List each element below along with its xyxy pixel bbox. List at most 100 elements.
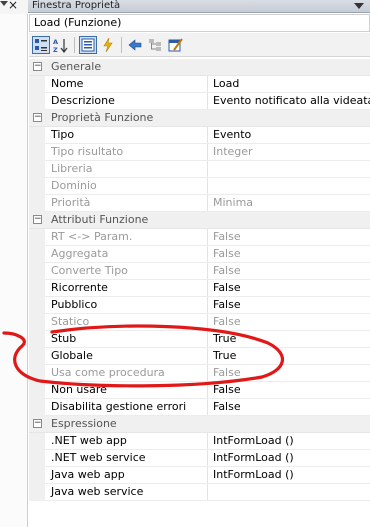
property-row-java-web-service[interactable]: Java web service bbox=[29, 484, 370, 501]
property-value[interactable]: Evento bbox=[209, 127, 370, 143]
property-name: Tipo bbox=[45, 127, 208, 143]
property-value: False bbox=[213, 315, 241, 328]
left-panel: × bbox=[0, 0, 28, 527]
window-title-text: Finestra Proprietà bbox=[32, 0, 121, 11]
property-row-java-web-app[interactable]: Java web app IntFormLoad () bbox=[29, 467, 370, 484]
collapse-icon[interactable]: − bbox=[33, 62, 42, 71]
property-value[interactable]: IntFormLoad () bbox=[209, 467, 370, 483]
property-value[interactable]: False bbox=[209, 280, 370, 296]
row-gutter bbox=[29, 467, 45, 484]
row-gutter bbox=[29, 314, 45, 331]
property-value[interactable]: IntFormLoad () bbox=[209, 450, 370, 466]
back-icon bbox=[128, 39, 142, 51]
row-gutter bbox=[29, 331, 45, 348]
row-gutter bbox=[29, 144, 45, 161]
property-row-libreria[interactable]: Libreria bbox=[29, 161, 370, 178]
properties-icon bbox=[81, 38, 95, 52]
panel-dropdown-icon[interactable] bbox=[0, 1, 8, 6]
alphabetical-button[interactable]: A Z bbox=[52, 36, 70, 54]
categorized-button[interactable] bbox=[32, 36, 50, 54]
property-row-dominio[interactable]: Dominio bbox=[29, 178, 370, 195]
property-name: Descrizione bbox=[45, 93, 208, 109]
property-row-rt-param[interactable]: RT <-> Param. False bbox=[29, 229, 370, 246]
property-value[interactable]: False bbox=[209, 382, 370, 398]
object-selector[interactable]: Load (Funzione) bbox=[29, 14, 370, 32]
property-value: False bbox=[213, 247, 241, 260]
property-row-ricorrente[interactable]: Ricorrente False bbox=[29, 280, 370, 297]
property-name: .NET web app bbox=[45, 433, 208, 449]
property-value[interactable]: True bbox=[209, 331, 370, 347]
category-espressione[interactable]: − Espressione bbox=[29, 416, 370, 433]
property-row-non-usare[interactable]: Non usare False bbox=[29, 382, 370, 399]
collapse-icon[interactable]: − bbox=[33, 419, 42, 428]
category-propriet-funzione[interactable]: − Proprietà Funzione bbox=[29, 110, 370, 127]
property-value[interactable] bbox=[209, 484, 370, 500]
property-value[interactable]: IntFormLoad () bbox=[209, 433, 370, 449]
property-value bbox=[209, 161, 370, 177]
property-row-statico[interactable]: Statico False bbox=[29, 314, 370, 331]
category-attributi-funzione[interactable]: − Attributi Funzione bbox=[29, 212, 370, 229]
back-button[interactable] bbox=[126, 36, 144, 54]
property-row-nome[interactable]: Nome Load bbox=[29, 76, 370, 93]
row-gutter bbox=[29, 161, 45, 178]
property-row-disabilita-gestione-errori[interactable]: Disabilita gestione errori False bbox=[29, 399, 370, 416]
collapse-icon[interactable]: − bbox=[33, 113, 42, 122]
property-row-tipo[interactable]: Tipo Evento bbox=[29, 127, 370, 144]
left-panel-body bbox=[0, 14, 28, 527]
property-name: Non usare bbox=[45, 382, 208, 398]
property-name: Tipo risultato bbox=[45, 144, 208, 160]
row-gutter bbox=[29, 399, 45, 416]
property-row-priorit[interactable]: Priorità Minima bbox=[29, 195, 370, 212]
property-name: Nome bbox=[45, 76, 208, 92]
property-row-converte-tipo[interactable]: Converte Tipo False bbox=[29, 263, 370, 280]
property-value: Integer bbox=[213, 145, 253, 158]
property-value[interactable]: False bbox=[209, 297, 370, 313]
property-name: Ricorrente bbox=[45, 280, 208, 296]
property-value[interactable]: Load bbox=[209, 76, 370, 92]
row-gutter bbox=[29, 263, 45, 280]
property-pages-button[interactable] bbox=[166, 36, 184, 54]
property-row-usa-come-procedura[interactable]: Usa come procedura False bbox=[29, 365, 370, 382]
property-row-stub[interactable]: Stub True bbox=[29, 331, 370, 348]
property-value: False bbox=[213, 230, 241, 243]
events-button[interactable] bbox=[99, 36, 117, 54]
property-name: Globale bbox=[45, 348, 208, 364]
property-name: Aggregata bbox=[45, 246, 208, 262]
category-generale[interactable]: − Generale bbox=[29, 59, 370, 76]
property-row-net-web-service[interactable]: .NET web service IntFormLoad () bbox=[29, 450, 370, 467]
property-name: Libreria bbox=[45, 161, 208, 177]
hierarchy-button[interactable] bbox=[146, 36, 164, 54]
property-name: Pubblico bbox=[45, 297, 208, 313]
alphabetical-icon: A Z bbox=[53, 38, 68, 53]
property-grid: − Generale Nome Load Descrizione Evento notif… bbox=[29, 59, 370, 501]
property-name: Dominio bbox=[45, 178, 208, 194]
close-icon[interactable]: × bbox=[8, 0, 18, 12]
toolbar-separator bbox=[74, 37, 75, 53]
property-row-pubblico[interactable]: Pubblico False bbox=[29, 297, 370, 314]
property-row-globale[interactable]: Globale True bbox=[29, 348, 370, 365]
row-gutter bbox=[29, 365, 45, 382]
property-row-descrizione[interactable]: Descrizione Evento notificato alla videat… bbox=[29, 93, 370, 110]
property-name: Converte Tipo bbox=[45, 263, 208, 279]
properties-button[interactable] bbox=[79, 36, 97, 54]
property-row-net-web-app[interactable]: .NET web app IntFormLoad () bbox=[29, 433, 370, 450]
property-name: Stub bbox=[45, 331, 208, 347]
property-row-tipo-risultato[interactable]: Tipo risultato Integer bbox=[29, 144, 370, 161]
row-gutter bbox=[29, 76, 45, 93]
collapse-icon[interactable]: − bbox=[33, 215, 42, 224]
property-value[interactable]: Evento notificato alla videata a bbox=[209, 93, 370, 109]
row-gutter bbox=[29, 178, 45, 195]
property-name: RT <-> Param. bbox=[45, 229, 208, 245]
categorized-icon bbox=[35, 39, 47, 51]
property-value: False bbox=[213, 366, 241, 379]
window-menu-dropdown-icon[interactable] bbox=[354, 3, 364, 9]
property-pages-icon bbox=[168, 38, 183, 52]
property-name: Java web service bbox=[45, 484, 208, 500]
property-name: Java web app bbox=[45, 467, 208, 483]
category-label: Proprietà Funzione bbox=[51, 111, 154, 124]
property-row-aggregata[interactable]: Aggregata False bbox=[29, 246, 370, 263]
svg-text:Z: Z bbox=[53, 46, 58, 53]
property-value[interactable]: False bbox=[209, 399, 370, 415]
properties-window-title: Finestra Proprietà bbox=[28, 0, 370, 13]
property-value[interactable]: True bbox=[209, 348, 370, 364]
